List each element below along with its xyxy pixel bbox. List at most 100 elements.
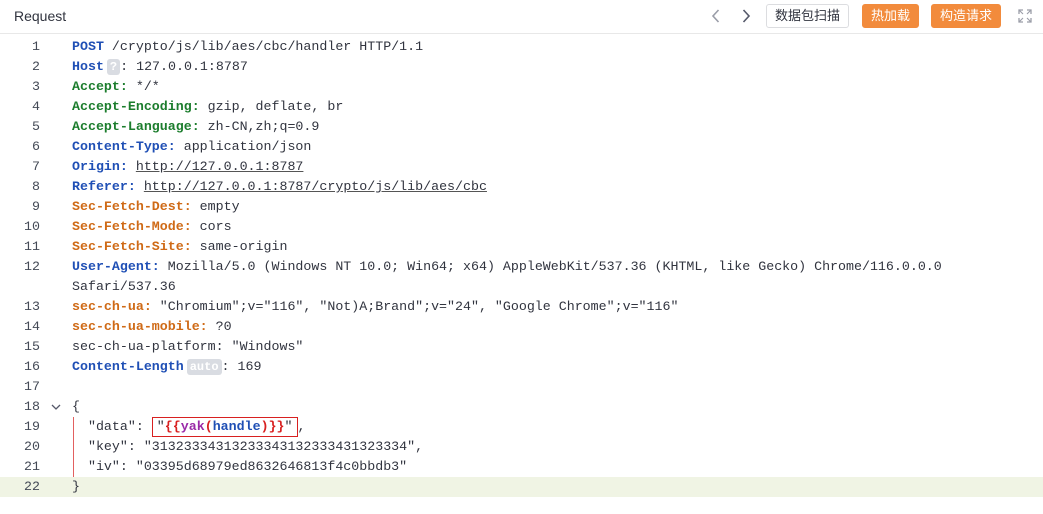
chevron-left-icon[interactable]	[705, 5, 727, 27]
json-brace-open: {	[72, 399, 80, 414]
header-line-plain: sec-ch-ua-platform: "Windows"	[72, 339, 304, 354]
code-line: 5 Accept-Language: zh-CN,zh;q=0.9	[0, 117, 1043, 137]
line-number: 17	[24, 379, 40, 394]
line-number: 13	[24, 299, 40, 314]
code-line: 19 "data": "{{yak(handle)}}",	[0, 417, 1043, 437]
origin-url-link[interactable]: http://127.0.0.1:8787	[136, 159, 304, 174]
header-name: Sec-Fetch-Site:	[72, 239, 192, 254]
line-number: 20	[24, 439, 40, 454]
line-number: 2	[32, 59, 40, 74]
line-number: 12	[24, 259, 40, 274]
json-iv-line: "iv": "03395d68979ed8632646813f4c0bbdb3"	[72, 459, 408, 474]
expand-icon[interactable]	[1017, 8, 1033, 24]
header-value: : 127.0.0.1:8787	[120, 59, 248, 74]
header-value: empty	[191, 199, 240, 214]
header-value: cors	[191, 219, 232, 234]
comma: ,	[297, 419, 306, 434]
code-line: 16 Content-Length auto: 169	[0, 357, 1043, 377]
line-number: 19	[24, 419, 40, 434]
hot-load-button[interactable]: 热加载	[862, 4, 920, 28]
code-line: 13 sec-ch-ua: "Chromium";v="116", "Not)A…	[0, 297, 1043, 317]
chevron-right-icon[interactable]	[735, 5, 757, 27]
code-line: 9 Sec-Fetch-Dest: empty	[0, 197, 1043, 217]
panel-title: Request	[14, 8, 67, 24]
header-name: Accept:	[72, 79, 128, 94]
line-number: 6	[32, 139, 40, 154]
line-number: 14	[24, 319, 40, 334]
content-length-auto-badge[interactable]: auto	[186, 359, 222, 375]
header-name: Content-Length	[72, 359, 184, 374]
line-number: 3	[32, 79, 40, 94]
fuzz-paren-open: (	[204, 419, 213, 434]
build-request-button[interactable]: 构造请求	[931, 4, 1002, 28]
header-name: Sec-Fetch-Mode:	[72, 219, 192, 234]
line-number: 18	[24, 399, 40, 414]
header-name: Content-Type:	[72, 139, 176, 154]
line-number: 4	[32, 99, 40, 114]
header-name: Host	[72, 59, 104, 74]
line-number: 11	[24, 239, 40, 254]
request-panel-header: Request 数据包扫描 热加载 构造请求	[0, 0, 1043, 34]
code-line: 3 Accept: */*	[0, 77, 1043, 97]
line-number: 7	[32, 159, 40, 174]
code-line-active: 22 }	[0, 477, 1043, 497]
code-line: 1 POST /crypto/js/lib/aes/cbc/handler HT…	[0, 37, 1043, 57]
code-line: 7 Origin: http://127.0.0.1:8787	[0, 157, 1043, 177]
line-number: 22	[24, 479, 40, 494]
code-line: 17	[0, 377, 1043, 397]
code-line: 8 Referer: http://127.0.0.1:8787/crypto/…	[0, 177, 1043, 197]
code-line: 6 Content-Type: application/json	[0, 137, 1043, 157]
header-name: Accept-Language:	[72, 119, 200, 134]
code-line: 4 Accept-Encoding: gzip, deflate, br	[0, 97, 1043, 117]
fuzz-tag-close: }}	[268, 419, 285, 434]
header-name: User-Agent:	[72, 259, 160, 274]
code-line: 21 "iv": "03395d68979ed8632646813f4c0bbd…	[0, 457, 1043, 477]
header-name: Accept-Encoding:	[72, 99, 200, 114]
http-method: POST	[72, 39, 104, 54]
header-name: sec-ch-ua:	[72, 299, 152, 314]
chevron-down-icon[interactable]	[50, 401, 62, 413]
request-editor[interactable]: 1 POST /crypto/js/lib/aes/cbc/handler HT…	[0, 37, 1043, 514]
header-value: zh-CN,zh;q=0.9	[199, 119, 320, 134]
header-value: ?0	[207, 319, 232, 334]
line-number: 1	[32, 39, 40, 54]
code-line: 20 "key": "31323334313233343132333431323…	[0, 437, 1043, 457]
header-value: : 169	[221, 359, 262, 374]
line-number: 16	[24, 359, 40, 374]
line-number: 9	[32, 199, 40, 214]
referer-url-link[interactable]: http://127.0.0.1:8787/crypto/js/lib/aes/…	[144, 179, 487, 194]
fuzz-tag-open: {{	[164, 419, 181, 434]
code-line: 10 Sec-Fetch-Mode: cors	[0, 217, 1043, 237]
line-number: 10	[24, 219, 40, 234]
fuzz-tag-highlight[interactable]: "{{yak(handle)}}"	[151, 417, 298, 437]
fuzz-function: yak	[180, 419, 205, 434]
line-number: 8	[32, 179, 40, 194]
code-line: 11 Sec-Fetch-Site: same-origin	[0, 237, 1043, 257]
quote: "	[156, 419, 165, 434]
code-line: 18 {	[0, 397, 1043, 417]
header-value: "Chromium";v="116", "Not)A;Brand";v="24"…	[151, 299, 679, 314]
header-name: Origin:	[72, 159, 128, 174]
header-value: */*	[127, 79, 160, 94]
header-name: Sec-Fetch-Dest:	[72, 199, 192, 214]
code-line: 2 Host?: 127.0.0.1:8787	[0, 57, 1043, 77]
quote: "	[284, 419, 293, 434]
json-brace-close: }	[72, 479, 80, 494]
json-key: "data":	[72, 419, 152, 434]
request-path: /crypto/js/lib/aes/cbc/handler HTTP/1.1	[103, 39, 424, 54]
host-help-badge[interactable]: ?	[106, 59, 121, 75]
header-value: Mozilla/5.0 (Windows NT 10.0; Win64; x64…	[159, 259, 942, 274]
line-number: 21	[24, 459, 40, 474]
header-value: application/json	[175, 139, 312, 154]
code-line: 15 sec-ch-ua-platform: "Windows"	[0, 337, 1043, 357]
header-value: gzip, deflate, br	[199, 99, 344, 114]
header-name: sec-ch-ua-mobile:	[72, 319, 208, 334]
line-number: 5	[32, 119, 40, 134]
header-name: Referer:	[72, 179, 136, 194]
fuzz-argument: handle	[212, 419, 261, 434]
code-line: 12 User-Agent: Mozilla/5.0 (Windows NT 1…	[0, 257, 1043, 297]
packet-scan-button[interactable]: 数据包扫描	[766, 4, 850, 28]
json-key-line: "key": "31323334313233343132333431323334…	[72, 439, 424, 454]
header-value: same-origin	[191, 239, 288, 254]
fuzz-paren-close: )	[260, 419, 269, 434]
